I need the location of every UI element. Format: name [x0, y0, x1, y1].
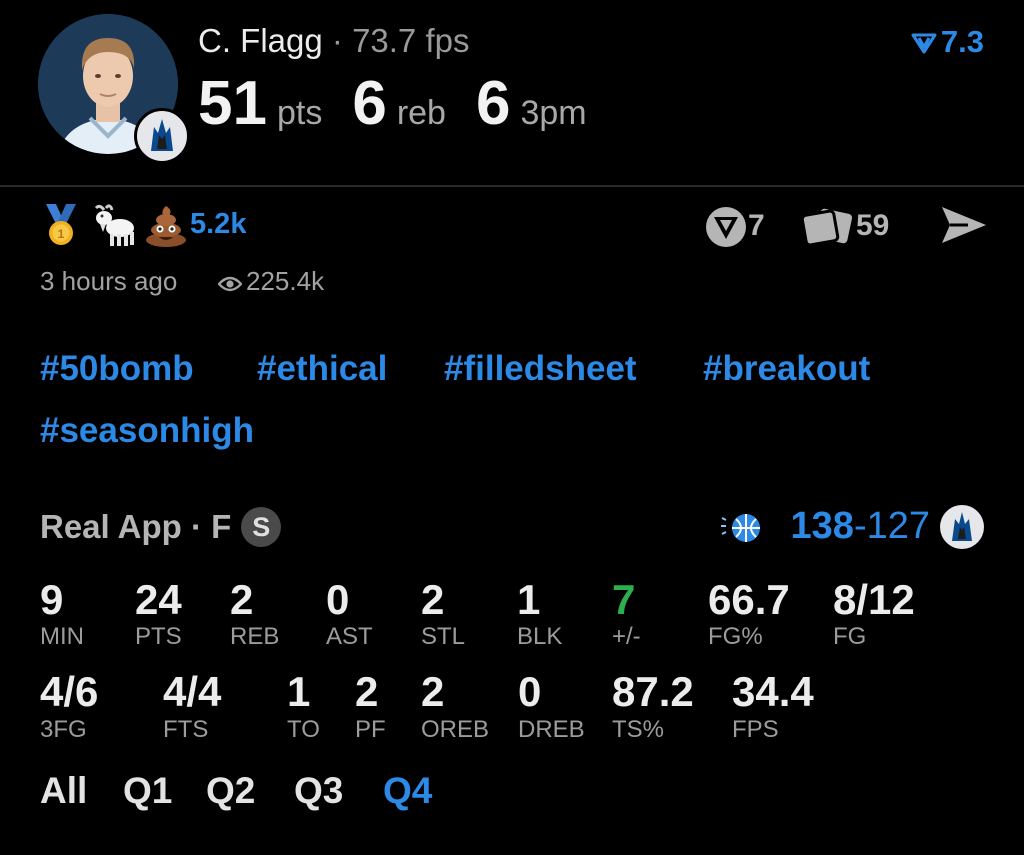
stat-label: FPS [732, 716, 779, 743]
stat-points-unit: pts [276, 94, 323, 132]
tag-link[interactable]: #50bomb [40, 349, 194, 389]
stat-value: 87.2 [612, 668, 694, 715]
stat-value: 9 [40, 576, 64, 623]
separator: · [331, 22, 343, 59]
stat-value: 1 [287, 668, 311, 715]
score-away: 127 [866, 505, 930, 547]
stat-value-plus-minus: 7 [612, 576, 636, 623]
stat-threes-unit: 3pm [520, 94, 587, 132]
reaction-count[interactable]: 5.2k [190, 208, 246, 241]
stat-value: 4/4 [163, 668, 222, 715]
status-badge: S [241, 507, 282, 547]
tag-link[interactable]: #breakout [703, 349, 870, 389]
game-score[interactable]: 138-127 [791, 505, 930, 548]
stat-label: TO [287, 716, 320, 743]
reaction-emojis[interactable]: 1 [38, 202, 191, 248]
game-title: Real App · F [40, 508, 232, 545]
stat-label: FTS [163, 716, 209, 743]
stat-threes-value: 6 [475, 69, 511, 138]
view-count: 225.4k [217, 266, 324, 297]
tab-q2[interactable]: Q2 [206, 770, 255, 812]
tip-count: 7 [748, 208, 765, 242]
cards-count: 59 [856, 208, 890, 242]
tag-link[interactable]: #seasonhigh [40, 411, 254, 451]
stat-value: 4/6 [40, 668, 99, 715]
rating-badge[interactable]: 7.3 [911, 24, 984, 60]
stat-label: STL [421, 623, 466, 650]
cards-icon [800, 208, 853, 247]
player-fps: 73.7 fps [352, 22, 470, 59]
stat-label: BLK [517, 623, 563, 650]
stat-value: 34.4 [732, 668, 814, 715]
score-separator: - [853, 505, 867, 547]
share-button[interactable] [940, 205, 988, 245]
tip-icon [706, 207, 746, 247]
headline-stats: 51 pts 6 reb 6 3pm [198, 68, 617, 139]
stat-value: 0 [326, 576, 350, 623]
stat-value: 2 [421, 668, 445, 715]
stat-label: FG [833, 623, 867, 650]
stat-value: 2 [230, 576, 254, 623]
header-divider [0, 185, 1024, 187]
tab-q1[interactable]: Q1 [123, 770, 172, 812]
stat-label: FG% [708, 623, 763, 650]
gold-medal-icon: 1 [46, 204, 76, 245]
poop-icon [145, 206, 186, 247]
stat-label: TS% [612, 716, 665, 743]
post-time: 3 hours ago [40, 266, 178, 296]
opponent-logo-icon [721, 514, 760, 542]
stat-value: 8/12 [833, 576, 915, 623]
stat-label: PF [355, 716, 386, 743]
stat-rebounds-unit: reb [396, 94, 446, 132]
tab-q4[interactable]: Q4 [383, 770, 432, 812]
rating-value: 7.3 [940, 24, 984, 59]
tag-link[interactable]: #filledsheet [444, 349, 637, 389]
stat-value: 0 [518, 668, 542, 715]
stat-label: OREB [421, 716, 490, 743]
stat-value: 24 [135, 576, 182, 623]
tab-q3[interactable]: Q3 [294, 770, 343, 812]
eye-icon [217, 276, 243, 292]
game-source[interactable]: Real App · FS [40, 507, 282, 547]
stat-points-value: 51 [198, 69, 267, 138]
stat-label: PTS [135, 623, 182, 650]
stat-value: 66.7 [708, 576, 790, 623]
stat-label: 3FG [40, 716, 87, 743]
svg-text:1: 1 [58, 227, 65, 241]
tip-button[interactable]: 7 [704, 205, 765, 249]
send-icon [942, 207, 986, 243]
stat-value: 2 [421, 576, 445, 623]
stat-label: AST [326, 623, 373, 650]
tab-all[interactable]: All [40, 770, 87, 812]
score-home: 138 [790, 505, 854, 547]
stat-value: 2 [355, 668, 379, 715]
player-name-line: C. Flagg · 73.7 fps [198, 22, 469, 60]
goat-icon [95, 204, 135, 246]
stat-label: +/- [612, 623, 641, 650]
stat-rebounds-value: 6 [352, 69, 387, 138]
stat-label: MIN [40, 623, 84, 650]
stat-value: 1 [517, 576, 541, 623]
rating-icon [911, 33, 937, 54]
tag-link[interactable]: #ethical [257, 349, 387, 389]
stat-label: REB [230, 623, 280, 650]
team-logo-icon [134, 108, 190, 164]
stat-label: DREB [518, 716, 585, 743]
team-logo-icon [940, 505, 984, 549]
player-name[interactable]: C. Flagg [198, 22, 323, 59]
cards-button[interactable]: 59 [800, 205, 889, 249]
